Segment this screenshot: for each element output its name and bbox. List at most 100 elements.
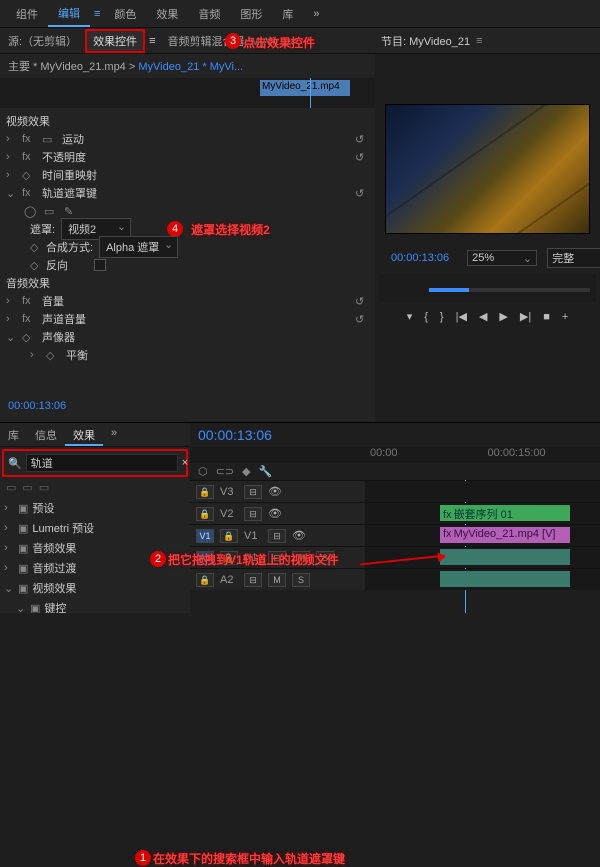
fx-timeremap[interactable]: ›◇时间重映射 [0,166,375,184]
in-point-icon[interactable]: { [424,311,428,323]
prev-frame-icon[interactable]: |◀ [456,310,467,323]
reset-icon[interactable]: ↺ [355,187,369,200]
track-toggle[interactable]: ⊟ [244,573,262,587]
tab-audio[interactable]: 音频 [188,2,230,26]
composite-dropdown[interactable]: Alpha 遮罩 [99,236,178,258]
timeline-timecode[interactable]: 00:00:13:06 [190,423,280,447]
keyframe-toggle-icon[interactable]: ◇ [30,241,40,254]
ellipse-icon[interactable]: ◯ [24,205,38,218]
keyframe-toggle-icon[interactable]: ◇ [46,349,60,362]
play-icon[interactable]: ▶ [499,310,507,323]
badge-icon[interactable]: ▭ [39,481,49,494]
tab-overflow[interactable]: » [103,423,125,446]
tab-library[interactable]: 库 [272,2,303,26]
fx-motion[interactable]: ›fx▭运动↺ [0,130,375,148]
stop-icon[interactable]: ■ [543,311,550,323]
fx-trackmatte[interactable]: ⌄fx轨道遮罩键↺ [0,184,375,202]
reverse-checkbox[interactable] [94,259,106,271]
track-lock-icon[interactable]: 🔒 [220,529,238,543]
clip-v2[interactable]: fx嵌套序列 01 [440,505,570,521]
program-tab[interactable]: 节目: MyVideo_21 ≡ [375,28,600,54]
crumb-link[interactable]: MyVideo_21 * MyVi... [138,61,243,73]
keyframe-toggle-icon[interactable]: ◇ [30,259,40,272]
fx-balance[interactable]: ›◇平衡 [0,346,375,364]
clear-search-icon[interactable]: × [182,457,188,469]
track-body[interactable]: fx嵌套序列 01 [365,503,600,524]
clip-a1[interactable] [440,549,570,565]
twisty-icon[interactable]: › [6,169,16,181]
effect-mini-timeline[interactable]: MyVideo_21.mp4 [0,78,375,108]
clip-v1[interactable]: fxMyVideo_21.mp4 [V] [440,527,570,543]
reset-icon[interactable]: ↺ [355,313,369,326]
track-lock-icon[interactable]: 🔒 [196,573,214,587]
program-timecode[interactable]: 00:00:13:06 [383,248,457,268]
mini-playhead[interactable] [310,78,311,108]
mask-icon[interactable]: ▭ [42,133,56,146]
folder-lumetri[interactable]: ›▣Lumetri 预设 [0,518,190,538]
twisty-icon[interactable]: ⌄ [6,331,16,344]
track-toggle[interactable]: ⊟ [244,507,262,521]
fx-opacity[interactable]: ›fx不透明度↺ [0,148,375,166]
tab-effects-ws[interactable]: 效果 [146,2,188,26]
twisty-icon[interactable]: › [6,313,16,325]
snap-icon[interactable]: ⬡ [198,465,208,478]
marker-icon[interactable]: ▾ [407,310,413,323]
track-body[interactable]: fxMyVideo_21.mp4 [V] [365,525,600,546]
effect-controls-tab[interactable]: 效果控件 [85,29,145,53]
folder-keying[interactable]: ⌄▣键控 [0,598,190,613]
tab-info[interactable]: 信息 [27,423,65,446]
mute-button[interactable]: M [268,573,286,587]
track-body[interactable] [365,481,600,502]
solo-button[interactable]: S [292,573,310,587]
step-back-icon[interactable]: ◀ [479,310,487,323]
twisty-icon[interactable]: › [6,295,16,307]
track-toggle[interactable]: ⊟ [268,529,286,543]
tab-assembly[interactable]: 组件 [6,2,48,26]
reset-icon[interactable]: ↺ [355,151,369,164]
twisty-icon[interactable]: › [6,151,16,163]
eye-icon[interactable]: 👁 [268,485,282,498]
program-menu-icon[interactable]: ≡ [476,35,482,47]
link-icon[interactable]: ⊂⊃ [216,465,234,478]
folder-videofx[interactable]: ⌄▣视频效果 [0,578,190,598]
settings-icon[interactable]: 🔧 [259,465,273,478]
reset-icon[interactable]: ↺ [355,133,369,146]
track-body[interactable] [365,547,600,568]
timeline-ruler[interactable]: 00:0000:00:15:00 [190,447,600,463]
badge-icon[interactable]: ▭ [6,481,16,494]
folder-presets[interactable]: ›▣预设 [0,498,190,518]
resolution-dropdown[interactable]: 完整 [547,248,600,268]
zoom-dropdown[interactable]: 25% [467,250,537,266]
twisty-icon[interactable]: › [30,349,40,361]
next-frame-icon[interactable]: ▶| [520,310,531,323]
fx-chvolume[interactable]: ›fx声道音量↺ [0,310,375,328]
reset-icon[interactable]: ↺ [355,295,369,308]
eye-icon[interactable]: 👁 [292,529,306,542]
pen-icon[interactable]: ✎ [64,205,78,218]
fx-panner[interactable]: ⌄◇声像器 [0,328,375,346]
marker-icon[interactable]: ◆ [242,465,250,478]
fx-volume[interactable]: ›fx音量↺ [0,292,375,310]
clip-a2[interactable] [440,571,570,587]
eye-icon[interactable]: 👁 [268,507,282,520]
tab-library[interactable]: 库 [0,423,27,446]
add-button-icon[interactable]: + [562,311,568,323]
tab-color[interactable]: 颜色 [104,2,146,26]
effects-search-input[interactable] [26,454,178,472]
tab-overflow[interactable]: » [303,4,329,24]
twisty-icon[interactable]: ⌄ [6,187,16,200]
rect-icon[interactable]: ▭ [44,205,58,218]
tab-editing[interactable]: 编辑 [48,1,90,27]
program-scrubber[interactable] [379,274,596,302]
track-lock-icon[interactable]: 🔒 [196,507,214,521]
tab-effects-panel[interactable]: 效果 [65,423,103,446]
track-toggle[interactable]: ⊟ [244,485,262,499]
twisty-icon[interactable]: › [6,133,16,145]
track-body[interactable] [365,569,600,590]
effect-controls-menu-icon[interactable]: ≡ [145,35,159,47]
track-target[interactable]: V1 [196,529,214,543]
track-lock-icon[interactable]: 🔒 [196,485,214,499]
tab-graphics[interactable]: 图形 [230,2,272,26]
program-video-frame[interactable] [385,104,590,234]
effect-timecode[interactable]: 00:00:13:06 [0,396,375,416]
